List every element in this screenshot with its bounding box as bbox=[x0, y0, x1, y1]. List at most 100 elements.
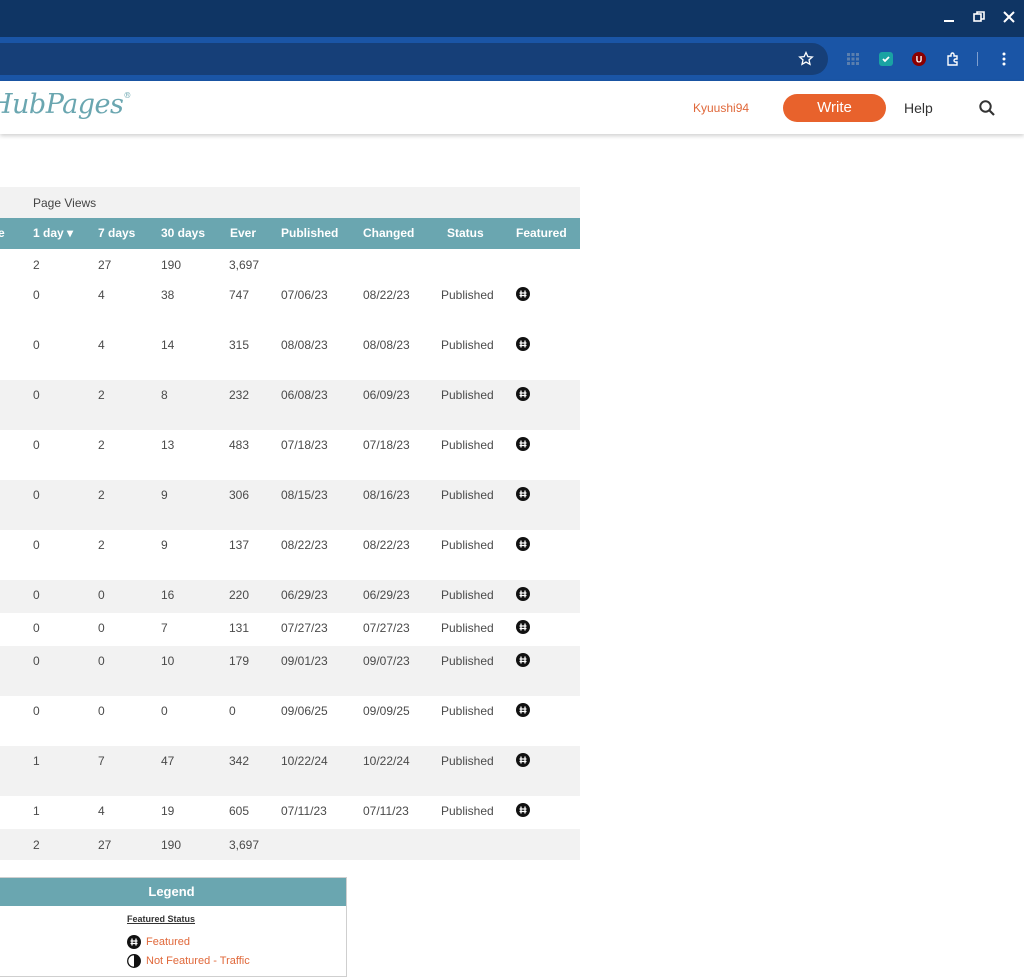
svg-text:U: U bbox=[916, 55, 923, 65]
cell-30-days: 47 bbox=[161, 754, 175, 768]
cell-30-days: 9 bbox=[161, 488, 168, 502]
featured-icon bbox=[127, 935, 141, 949]
table-body: 0 4 38 747 07/06/23 08/22/23 Published 0 4 14 315 0… bbox=[0, 280, 580, 829]
page-views-label: Page Views bbox=[33, 196, 97, 210]
cell-status: Published bbox=[441, 704, 494, 718]
help-link[interactable]: Help bbox=[904, 100, 933, 116]
minimize-icon[interactable] bbox=[939, 8, 959, 28]
featured-icon bbox=[516, 337, 530, 351]
close-icon[interactable] bbox=[999, 8, 1019, 28]
total-ever: 3,697 bbox=[229, 838, 260, 852]
table-row[interactable]: 0 2 13 483 07/18/23 07/18/23 Published bbox=[0, 430, 580, 480]
search-icon[interactable] bbox=[978, 99, 998, 119]
cell-published: 07/11/23 bbox=[281, 804, 327, 818]
col-header-changed[interactable]: Changed bbox=[363, 226, 414, 240]
table-row[interactable]: 0 0 16 220 06/29/23 06/29/23 Published bbox=[0, 580, 580, 613]
kebab-menu-icon[interactable] bbox=[994, 49, 1014, 69]
table-row[interactable]: 1 7 47 342 10/22/24 10/22/24 Published bbox=[0, 746, 580, 796]
cell-1-day: 0 bbox=[33, 488, 40, 502]
cell-7-days: 4 bbox=[98, 338, 105, 352]
stats-table: Page Views e 1 day ▾ 7 days 30 days Ever… bbox=[0, 187, 580, 860]
cell-30-days: 14 bbox=[161, 338, 175, 352]
cell-7-days: 2 bbox=[98, 538, 105, 552]
cell-published: 09/06/25 bbox=[281, 704, 328, 718]
col-header-1-day[interactable]: 1 day ▾ bbox=[33, 226, 73, 240]
cell-ever: 0 bbox=[229, 704, 236, 718]
featured-icon bbox=[516, 753, 530, 767]
cell-published: 06/08/23 bbox=[281, 388, 328, 402]
cell-changed: 06/09/23 bbox=[363, 388, 410, 402]
col-header-partial[interactable]: e bbox=[0, 226, 5, 240]
table-row[interactable]: 0 2 9 306 08/15/23 08/16/23 Published bbox=[0, 480, 580, 530]
puzzle-icon[interactable] bbox=[943, 49, 963, 69]
legend-featured-status-heading: Featured Status bbox=[127, 914, 196, 924]
cell-7-days: 7 bbox=[98, 754, 105, 768]
cell-status: Published bbox=[441, 488, 494, 502]
cell-1-day: 0 bbox=[33, 288, 40, 302]
col-header-30-days[interactable]: 30 days bbox=[161, 226, 205, 240]
col-header-featured[interactable]: Featured bbox=[516, 226, 567, 240]
table-row[interactable]: 0 2 9 137 08/22/23 08/22/23 Published bbox=[0, 530, 580, 580]
not-featured-traffic-icon bbox=[127, 954, 141, 968]
cell-status: Published bbox=[441, 804, 494, 818]
cell-30-days: 7 bbox=[161, 621, 168, 635]
col-header-7-days[interactable]: 7 days bbox=[98, 226, 135, 240]
cell-status: Published bbox=[441, 438, 494, 452]
cell-changed: 07/11/23 bbox=[363, 804, 409, 818]
featured-icon bbox=[516, 537, 530, 551]
cell-status: Published bbox=[441, 338, 494, 352]
legend-item-featured: Featured bbox=[127, 935, 190, 949]
cell-1-day: 0 bbox=[33, 704, 40, 718]
cell-ever: 747 bbox=[229, 288, 250, 302]
restore-icon[interactable] bbox=[969, 8, 989, 28]
cell-status: Published bbox=[441, 288, 494, 302]
featured-icon bbox=[516, 437, 530, 451]
cell-changed: 08/08/23 bbox=[363, 338, 410, 352]
table-row[interactable]: 1 4 19 605 07/11/23 07/11/23 Published bbox=[0, 796, 580, 829]
cell-ever: 220 bbox=[229, 588, 250, 602]
cell-published: 07/27/23 bbox=[281, 621, 328, 635]
table-row[interactable]: 0 0 10 179 09/01/23 09/07/23 Published bbox=[0, 646, 580, 696]
cell-30-days: 16 bbox=[161, 588, 175, 602]
table-header: e 1 day ▾ 7 days 30 days Ever Published … bbox=[0, 218, 580, 249]
cell-30-days: 8 bbox=[161, 388, 168, 402]
cell-7-days: 0 bbox=[98, 704, 105, 718]
cell-1-day: 1 bbox=[33, 754, 40, 768]
cell-published: 08/08/23 bbox=[281, 338, 328, 352]
star-icon[interactable] bbox=[796, 49, 816, 69]
cell-changed: 08/16/23 bbox=[363, 488, 410, 502]
table-row[interactable]: 0 4 14 315 08/08/23 08/08/23 Published bbox=[0, 330, 580, 380]
total-1-day: 2 bbox=[33, 258, 40, 272]
cell-30-days: 10 bbox=[161, 654, 175, 668]
cell-ever: 131 bbox=[229, 621, 250, 635]
table-row[interactable]: 0 0 7 131 07/27/23 07/27/23 Published bbox=[0, 613, 580, 646]
cell-30-days: 9 bbox=[161, 538, 168, 552]
col-header-ever[interactable]: Ever bbox=[230, 226, 256, 240]
cell-published: 08/22/23 bbox=[281, 538, 328, 552]
username-link[interactable]: Kyuushi94 bbox=[693, 101, 749, 115]
cell-30-days: 38 bbox=[161, 288, 175, 302]
address-bar[interactable] bbox=[0, 43, 828, 75]
grid-icon[interactable] bbox=[843, 49, 863, 69]
extension-green-icon[interactable] bbox=[876, 49, 896, 69]
cell-7-days: 0 bbox=[98, 654, 105, 668]
cell-1-day: 0 bbox=[33, 654, 40, 668]
col-header-published[interactable]: Published bbox=[281, 226, 338, 240]
legend-item-label: Not Featured - Traffic bbox=[146, 955, 250, 967]
total-ever: 3,697 bbox=[229, 258, 260, 272]
page-views-group-row: Page Views bbox=[0, 187, 580, 218]
col-header-status[interactable]: Status bbox=[447, 226, 484, 240]
table-row[interactable]: 0 4 38 747 07/06/23 08/22/23 Published bbox=[0, 280, 580, 330]
write-button[interactable]: Write bbox=[783, 94, 886, 122]
totals-row-top: 2 27 190 3,697 bbox=[0, 249, 580, 280]
cell-ever: 342 bbox=[229, 754, 250, 768]
hubpages-logo[interactable]: HubPages® bbox=[0, 89, 131, 120]
featured-icon bbox=[516, 803, 530, 817]
ublock-icon[interactable]: U bbox=[909, 49, 929, 69]
table-row[interactable]: 0 0 0 0 09/06/25 09/09/25 Published bbox=[0, 696, 580, 746]
cell-status: Published bbox=[441, 754, 494, 768]
table-row[interactable]: 0 2 8 232 06/08/23 06/09/23 Published bbox=[0, 380, 580, 430]
cell-published: 07/06/23 bbox=[281, 288, 328, 302]
cell-7-days: 0 bbox=[98, 621, 105, 635]
cell-status: Published bbox=[441, 538, 494, 552]
